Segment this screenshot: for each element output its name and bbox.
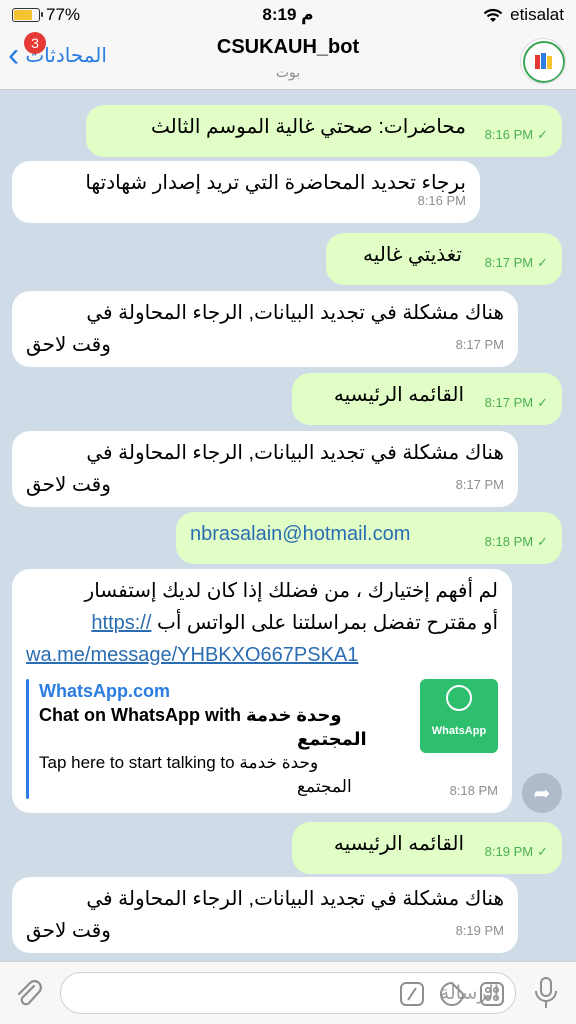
message-outgoing[interactable]: تغذيتي غاليه 8:17 PM ✓: [326, 233, 562, 285]
message-link-line: wa.me/message/YHBKXO667PSKA1: [26, 639, 498, 671]
chat-title[interactable]: CSUKAUH_bot: [0, 36, 576, 59]
message-time: 8:17 PM: [455, 477, 504, 492]
message-time: 8:19 PM: [455, 923, 504, 938]
chat-subtitle: بوت: [275, 64, 301, 80]
message-time: 8:16 PM: [484, 127, 534, 142]
message-text-line1: هناك مشكلة في تجديد البيانات, الرجاء الم…: [86, 302, 504, 324]
logo-icon: [523, 41, 565, 83]
message-time: 8:16 PM: [417, 193, 466, 208]
message-link[interactable]: wa.me/message/YHBKXO667PSKA1: [26, 644, 358, 666]
status-bar: 77% 8:19 م etisalat: [0, 0, 576, 30]
message-outgoing[interactable]: القائمه الرئيسيه 8:17 PM ✓: [292, 373, 562, 425]
message-outgoing[interactable]: القائمه الرئيسيه 8:19 PM ✓: [292, 822, 562, 874]
message-text-line2: أو مقترح تفضل بمراسلتنا على الواتس أب ht…: [91, 612, 498, 634]
message-input[interactable]: الرسالة: [60, 972, 516, 1014]
share-arrow-icon: ➦: [533, 782, 551, 805]
message-time: 8:18 PM: [484, 534, 534, 549]
read-check-icon: ✓: [537, 127, 548, 142]
carrier-area: etisalat: [482, 5, 564, 25]
preview-desc-line1: Tap here to start talking to وحدة خدمة: [39, 753, 319, 772]
share-button[interactable]: ➦: [522, 773, 562, 813]
whatsapp-thumbnail: WhatsApp: [420, 679, 498, 753]
message-incoming-with-preview[interactable]: لم أفهم إختيارك ، من فضلك إذا كان لديك إ…: [12, 569, 512, 813]
chat-header: ‹ المحادثات 3 CSUKAUH_bot بوت: [0, 30, 576, 90]
carrier-name: etisalat: [510, 5, 564, 24]
keyboard-emoji-icon[interactable]: [479, 981, 505, 1007]
message-text: برجاء تحديد المحاضرة التي تريد إصدار شها…: [85, 172, 466, 194]
read-check-icon: ✓: [537, 534, 548, 549]
read-check-icon: ✓: [537, 255, 548, 270]
preview-title-line2: المجتمع: [297, 729, 367, 749]
message-text-line1: هناك مشكلة في تجديد البيانات, الرجاء الم…: [86, 888, 504, 910]
attach-icon[interactable]: [14, 978, 44, 1010]
message-text-line2: وقت لاحق: [26, 334, 111, 356]
message-composer: الرسالة: [0, 961, 576, 1024]
link-preview[interactable]: WhatsApp.com Chat on WhatsApp with وحدة …: [26, 679, 498, 799]
message-incoming[interactable]: هناك مشكلة في تجديد البيانات, الرجاء الم…: [12, 291, 518, 367]
wifi-icon: [483, 8, 503, 22]
message-outgoing[interactable]: nbrasalain@hotmail.com 8:18 PM ✓: [176, 512, 562, 564]
message-time: 8:17 PM: [484, 395, 534, 410]
message-text: محاضرات: صحتي غالية الموسم الثالث: [150, 116, 466, 138]
preview-site: WhatsApp.com: [39, 681, 171, 701]
sticker-icon[interactable]: [439, 981, 465, 1007]
message-incoming[interactable]: هناك مشكلة في تجديد البيانات, الرجاء الم…: [12, 877, 518, 953]
bot-avatar[interactable]: [520, 38, 566, 84]
command-icon[interactable]: [399, 981, 425, 1007]
message-text-line1: لم أفهم إختيارك ، من فضلك إذا كان لديك إ…: [84, 580, 498, 602]
message-incoming[interactable]: هناك مشكلة في تجديد البيانات, الرجاء الم…: [12, 431, 518, 507]
message-incoming[interactable]: برجاء تحديد المحاضرة التي تريد إصدار شها…: [12, 161, 480, 223]
preview-accent-bar: [26, 679, 29, 799]
preview-title-line1: Chat on WhatsApp with وحدة خدمة: [39, 705, 342, 725]
message-text-line2: وقت لاحق: [26, 474, 111, 496]
message-time: 8:18 PM: [449, 783, 498, 798]
message-time: 8:17 PM: [484, 255, 534, 270]
whatsapp-icon: [446, 685, 472, 711]
read-check-icon: ✓: [537, 395, 548, 410]
read-check-icon: ✓: [537, 844, 548, 859]
message-time: 8:19 PM: [484, 844, 534, 859]
message-outgoing[interactable]: محاضرات: صحتي غالية الموسم الثالث 8:16 P…: [86, 105, 562, 157]
message-list[interactable]: محاضرات: صحتي غالية الموسم الثالث 8:16 P…: [0, 91, 576, 961]
message-time: 8:17 PM: [455, 337, 504, 352]
preview-desc-line2: المجتمع: [297, 777, 352, 796]
message-text-line1: هناك مشكلة في تجديد البيانات, الرجاء الم…: [86, 442, 504, 464]
message-link[interactable]: https://: [91, 612, 151, 634]
message-text-line2: وقت لاحق: [26, 920, 111, 942]
microphone-icon[interactable]: [532, 976, 560, 1012]
